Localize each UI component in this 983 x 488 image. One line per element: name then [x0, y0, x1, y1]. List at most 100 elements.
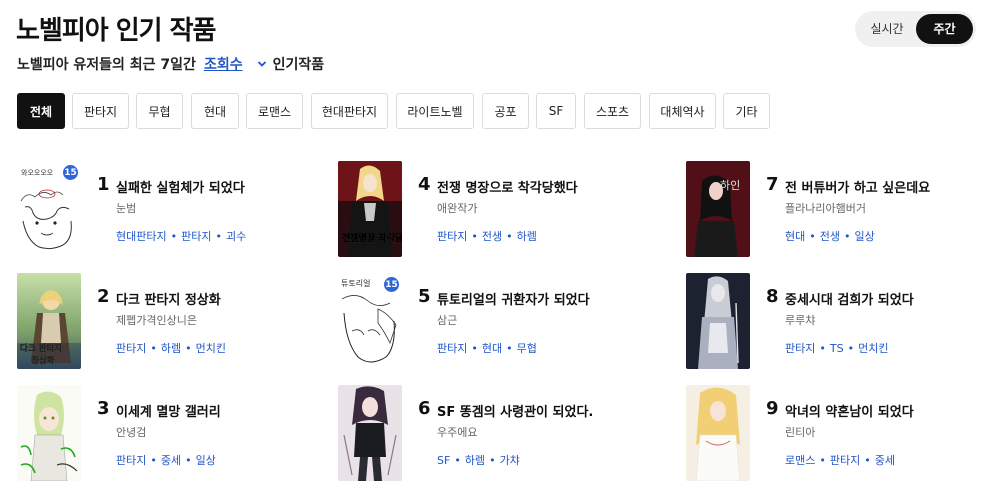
subtitle-suffix: 인기작품	[272, 57, 325, 73]
novel-tag[interactable]: 판타지	[116, 454, 146, 467]
novel-tag[interactable]: 가챠	[500, 454, 520, 467]
category-chip-fantasy[interactable]: 판타지	[72, 93, 129, 129]
ranking-item[interactable]: 8 중세시대 검희가 되었다 루루챠 판타지 • TS • 먼치킨	[686, 273, 983, 370]
category-chip-sports[interactable]: 스포츠	[584, 93, 641, 129]
rank-number: 2	[97, 286, 110, 307]
category-chip-all[interactable]: 전체	[17, 93, 65, 129]
novel-author[interactable]: 애완작가	[437, 200, 477, 216]
novel-tag[interactable]: 일상	[196, 454, 216, 467]
toggle-realtime[interactable]: 실시간	[859, 14, 915, 44]
novel-tag[interactable]: 로맨스	[785, 454, 815, 467]
tag-separator: •	[819, 454, 826, 467]
tag-separator: •	[847, 342, 855, 355]
ranking-item[interactable]: 9 악녀의 약혼남이 되었다 린티아 로맨스 • 판타지 • 중세	[686, 385, 983, 482]
novel-author[interactable]: 플라나리아햄버거	[785, 200, 866, 216]
category-chip-etc[interactable]: 기타	[723, 93, 770, 129]
novel-title[interactable]: 전쟁 명장으로 착각당했다	[437, 177, 578, 196]
novel-author[interactable]: 제펩가격인상니은	[116, 312, 197, 328]
category-chip-horror[interactable]: 공포	[482, 93, 529, 129]
tag-separator: •	[150, 342, 157, 355]
novel-tag[interactable]: 판타지	[437, 230, 467, 243]
chevron-down-icon[interactable]	[257, 59, 267, 69]
sort-selector[interactable]: 조회수	[204, 54, 243, 74]
cover-image[interactable]: 와오오오오 15	[17, 161, 81, 257]
cover-image[interactable]: 튜토리얼 15	[338, 273, 402, 369]
novel-author[interactable]: 눈범	[116, 200, 136, 216]
cover-5-caption: 튜토리얼	[341, 278, 370, 288]
novel-tag[interactable]: 중세	[875, 454, 895, 467]
novel-title[interactable]: 악녀의 약혼남이 되었다	[785, 401, 914, 420]
novel-tag[interactable]: 하렘	[161, 342, 181, 355]
novel-tags: SF • 하렘 • 가챠	[437, 452, 520, 468]
novel-tag[interactable]: 현대	[785, 230, 805, 243]
category-chip-martial[interactable]: 무협	[136, 93, 183, 129]
novel-tag[interactable]: 전생	[820, 230, 840, 243]
tag-separator: •	[844, 230, 851, 243]
category-chip-romance[interactable]: 로맨스	[246, 93, 303, 129]
category-chip-modern[interactable]: 현대	[191, 93, 239, 129]
novel-author[interactable]: 우주에요	[437, 424, 477, 440]
cover-image[interactable]: 다크 판타지 정상화	[17, 273, 81, 369]
novel-tag[interactable]: 현대	[482, 342, 502, 355]
novel-tag[interactable]: 일상	[855, 230, 875, 243]
ranking-item[interactable]: 하인 7 전 버튜버가 하고 싶은데요 플라나리아햄버거 현대 • 전생 • 일상	[686, 161, 983, 258]
novel-title[interactable]: SF 똥겜의 사령관이 되었다.	[437, 401, 593, 420]
novel-tag[interactable]: SF	[437, 454, 450, 467]
cover-2-illustration: 다크 판타지 정상화	[17, 273, 81, 369]
category-chip-alt-history[interactable]: 대체역사	[649, 93, 716, 129]
novel-tag[interactable]: 하렘	[465, 454, 485, 467]
rank-number: 1	[97, 174, 110, 195]
novel-tag[interactable]: 먼치킨	[858, 342, 888, 355]
novel-tag[interactable]: 괴수	[226, 230, 246, 243]
novel-title[interactable]: 튜토리얼의 귀환자가 되었다	[437, 289, 590, 308]
cover-2-title-art: 다크 판타지	[20, 343, 62, 354]
ranking-item[interactable]: 튜토리얼 15 5 튜토리얼의 귀환자가 되었다 삼근 판타지 • 현대 • 무협	[338, 273, 648, 370]
novel-author[interactable]: 루루챠	[785, 312, 815, 328]
novel-tag[interactable]: 중세	[161, 454, 181, 467]
novel-tag[interactable]: 현대판타지	[116, 230, 167, 243]
cover-image[interactable]	[686, 273, 750, 369]
tag-separator: •	[215, 230, 222, 243]
novel-author[interactable]: 린티아	[785, 424, 815, 440]
novel-tag[interactable]: 판타지	[116, 342, 146, 355]
ranking-item[interactable]: 다크 판타지 정상화 2 다크 판타지 정상화 제펩가격인상니은 판타지 • 하렘 •…	[17, 273, 327, 370]
novel-tag[interactable]: 하렘	[517, 230, 537, 243]
cover-4-title-art: 전쟁명장 착각당했다	[342, 232, 402, 244]
cover-7-title-art: 하인	[720, 178, 740, 192]
toggle-weekly[interactable]: 주간	[916, 14, 973, 44]
novel-title[interactable]: 이세계 멸망 갤러리	[116, 401, 221, 420]
tag-separator: •	[809, 230, 816, 243]
novel-title[interactable]: 전 버튜버가 하고 싶은데요	[785, 177, 930, 196]
novel-title[interactable]: 중세시대 검희가 되었다	[785, 289, 914, 308]
cover-image[interactable]	[17, 385, 81, 481]
rank-number: 7	[766, 174, 779, 195]
subtitle-prefix: 노벨피아 유저들의 최근 7일간	[17, 57, 196, 73]
category-chip-sf[interactable]: SF	[536, 93, 576, 129]
ranking-item[interactable]: 3 이세계 멸망 갤러리 안녕검 판타지 • 중세 • 일상	[17, 385, 327, 482]
novel-title[interactable]: 다크 판타지 정상화	[116, 289, 221, 308]
cover-image[interactable]: 전쟁명장 착각당했다	[338, 161, 402, 257]
category-chip-modern-fantasy[interactable]: 현대판타지	[311, 93, 388, 129]
novel-tag[interactable]: 전생	[482, 230, 502, 243]
cover-1-caption: 와오오오오	[21, 168, 54, 177]
category-chip-light-novel[interactable]: 라이트노벨	[396, 93, 474, 129]
novel-tag[interactable]: 판타지	[830, 454, 860, 467]
cover-image[interactable]	[686, 385, 750, 481]
ranking-item[interactable]: 와오오오오 15 1 실패한 실험체가 되었다 눈범 현대판타지 • 판타지 • 괴수	[17, 161, 327, 258]
cover-8-illustration	[686, 273, 750, 369]
novel-tag[interactable]: 판타지	[181, 230, 211, 243]
cover-image[interactable]	[338, 385, 402, 481]
novel-tag[interactable]: 판타지	[785, 342, 815, 355]
cover-image[interactable]: 하인	[686, 161, 750, 257]
novel-author[interactable]: 삼근	[437, 312, 457, 328]
novel-title[interactable]: 실패한 실험체가 되었다	[116, 177, 245, 196]
rank-number: 3	[97, 398, 110, 419]
novel-tag[interactable]: 무협	[517, 342, 537, 355]
novel-tags: 로맨스 • 판타지 • 중세	[785, 452, 895, 468]
ranking-item[interactable]: 6 SF 똥겜의 사령관이 되었다. 우주에요 SF • 하렘 • 가챠	[338, 385, 648, 482]
ranking-item[interactable]: 전쟁명장 착각당했다 4 전쟁 명장으로 착각당했다 애완작가 판타지 • 전생 • 하…	[338, 161, 648, 258]
novel-tag[interactable]: 판타지	[437, 342, 467, 355]
novel-tag[interactable]: TS	[830, 342, 844, 355]
novel-tag[interactable]: 먼치킨	[196, 342, 226, 355]
novel-author[interactable]: 안녕검	[116, 424, 146, 440]
